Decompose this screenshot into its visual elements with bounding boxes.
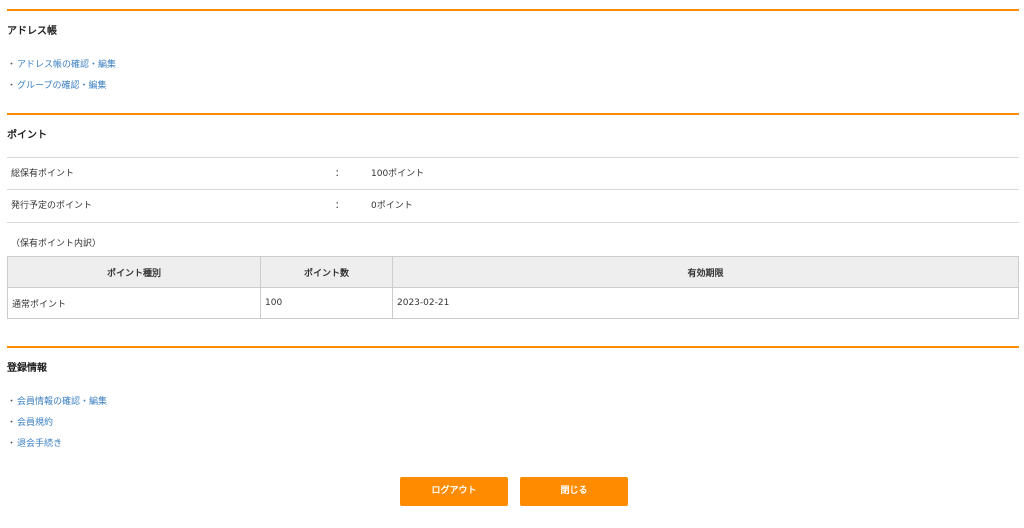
member-info-edit-link[interactable]: 会員情報の確認・編集	[17, 397, 107, 407]
scheduled-points-label: 発行予定のポイント	[11, 201, 93, 211]
withdrawal-item: ・退会手続き	[7, 438, 62, 450]
member-info-edit-item: ・会員情報の確認・編集	[7, 396, 107, 408]
column-header-point-count: ポイント数	[260, 256, 393, 288]
total-points-row: 総保有ポイント ： 100ポイント	[7, 157, 1019, 190]
column-header-expiry: 有効期限	[392, 256, 1019, 288]
point-count-cell: 100	[260, 287, 393, 319]
member-terms-link[interactable]: 会員規約	[17, 418, 53, 428]
logout-button[interactable]: ログアウト	[400, 477, 508, 506]
registration-divider	[7, 346, 1019, 348]
total-points-separator: ：	[335, 169, 345, 179]
bullet: ・	[7, 81, 17, 91]
expiry-cell: 2023-02-21	[392, 287, 1019, 319]
total-points-label: 総保有ポイント	[11, 169, 75, 179]
points-divider	[7, 113, 1019, 115]
column-header-point-type: ポイント種別	[7, 256, 261, 288]
registration-title: 登録情報	[7, 363, 47, 374]
bullet: ・	[7, 60, 17, 70]
group-edit-link[interactable]: グループの確認・編集	[17, 81, 106, 91]
address-book-edit-link[interactable]: アドレス帳の確認・編集	[17, 60, 116, 70]
points-title: ポイント	[7, 130, 47, 141]
points-breakdown-table: ポイント種別 ポイント数 有効期限 通常ポイント 100 2023-02-21	[7, 256, 1019, 319]
table-row: 通常ポイント 100 2023-02-21	[7, 287, 1019, 319]
group-edit-item: ・グループの確認・編集	[7, 80, 106, 92]
bullet: ・	[7, 397, 17, 407]
address-book-title: アドレス帳	[7, 26, 57, 37]
scheduled-points-separator: ：	[335, 201, 345, 211]
bullet: ・	[7, 439, 17, 449]
address-book-edit-item: ・アドレス帳の確認・編集	[7, 59, 116, 71]
bullet: ・	[7, 418, 17, 428]
points-breakdown-note: （保有ポイント内訳）	[11, 239, 102, 249]
withdrawal-link[interactable]: 退会手続き	[17, 439, 62, 449]
close-button[interactable]: 閉じる	[520, 477, 628, 506]
table-header-row: ポイント種別 ポイント数 有効期限	[7, 256, 1019, 288]
member-terms-item: ・会員規約	[7, 417, 53, 429]
scheduled-points-value: 0ポイント	[371, 201, 413, 211]
address-book-divider	[7, 9, 1019, 11]
scheduled-points-row: 発行予定のポイント ： 0ポイント	[7, 189, 1019, 223]
point-type-cell: 通常ポイント	[7, 287, 261, 319]
total-points-value: 100ポイント	[371, 169, 425, 179]
